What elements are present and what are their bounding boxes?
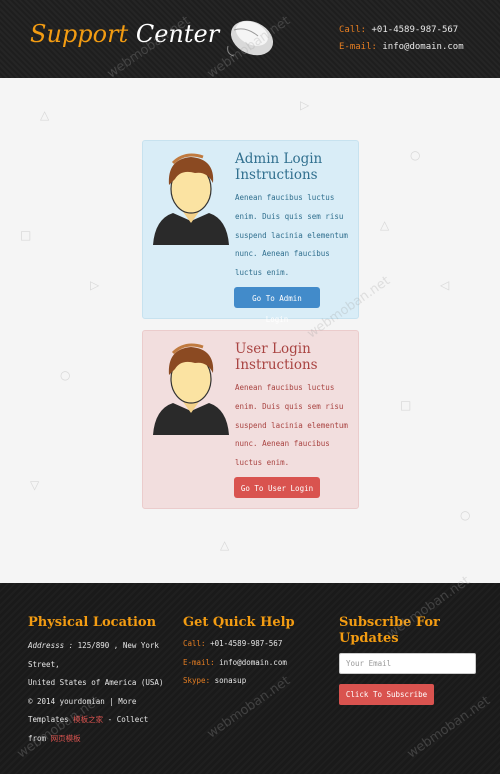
- user-login-button[interactable]: Go To User Login: [234, 477, 320, 498]
- bg-circle-icon: ○: [410, 148, 421, 162]
- subscribe-heading: Subscribe For Updates: [339, 615, 440, 646]
- subscribe-button[interactable]: Click To Subscribe: [339, 684, 434, 705]
- location-text: Addresss : 125/890 , New York Street, Un…: [28, 641, 164, 743]
- site-logo[interactable]: Support Center: [30, 20, 219, 48]
- bg-triangle-icon: △: [220, 538, 230, 552]
- bg-square-icon: □: [400, 398, 412, 412]
- admin-login-button[interactable]: Go To Admin Login: [234, 287, 320, 324]
- bg-triangle-icon: △: [380, 218, 390, 232]
- header-email: E-mail: info@domain.com: [339, 42, 464, 52]
- site-footer: Physical Location Addresss : 125/890 , N…: [0, 583, 500, 774]
- logo-part-center: Center: [135, 20, 220, 48]
- admin-panel-title: Admin Login Instructions: [235, 151, 323, 183]
- admin-login-panel: Admin Login Instructions Aenean faucibus…: [142, 140, 359, 324]
- user-login-panel: User Login Instructions Aenean faucibus …: [142, 330, 359, 509]
- location-heading: Physical Location: [28, 615, 157, 630]
- bg-triangle-icon: ◁: [440, 278, 450, 292]
- computer-mouse-icon: [227, 20, 274, 57]
- logo-part-support: Support: [30, 20, 129, 48]
- bg-triangle-icon: ▷: [90, 278, 100, 292]
- bg-circle-icon: ○: [460, 508, 471, 522]
- help-heading: Get Quick Help: [183, 615, 295, 630]
- bg-square-icon: □: [20, 228, 32, 242]
- help-text: Call: +01-4589-987-567 E-mail: info@doma…: [183, 639, 287, 686]
- admin-avatar: [153, 153, 229, 245]
- templates-link[interactable]: 模板之家: [73, 715, 103, 724]
- bg-triangle-icon: ▷: [300, 98, 310, 112]
- admin-panel-text: Aenean faucibus luctus enim. Duis quis s…: [235, 193, 348, 278]
- site-header: Support Center Call: +01-4589-987-567 E-…: [0, 0, 500, 78]
- user-panel-title: User Login Instructions: [235, 341, 318, 373]
- header-call: Call: +01-4589-987-567: [339, 25, 459, 35]
- bg-triangle-icon: ▽: [30, 478, 40, 492]
- bg-circle-icon: ○: [60, 368, 71, 382]
- user-avatar: [153, 343, 229, 435]
- user-panel-text: Aenean faucibus luctus enim. Duis quis s…: [235, 383, 348, 468]
- web-templates-link[interactable]: 网页模板: [51, 734, 81, 743]
- bg-triangle-icon: △: [40, 108, 50, 122]
- footer-subscribe: Subscribe For Updates Click To Subscribe: [339, 615, 479, 705]
- footer-help: Get Quick Help Call: +01-4589-987-567 E-…: [183, 615, 333, 691]
- footer-location: Physical Location Addresss : 125/890 , N…: [28, 615, 166, 749]
- subscribe-email-input[interactable]: [339, 653, 476, 674]
